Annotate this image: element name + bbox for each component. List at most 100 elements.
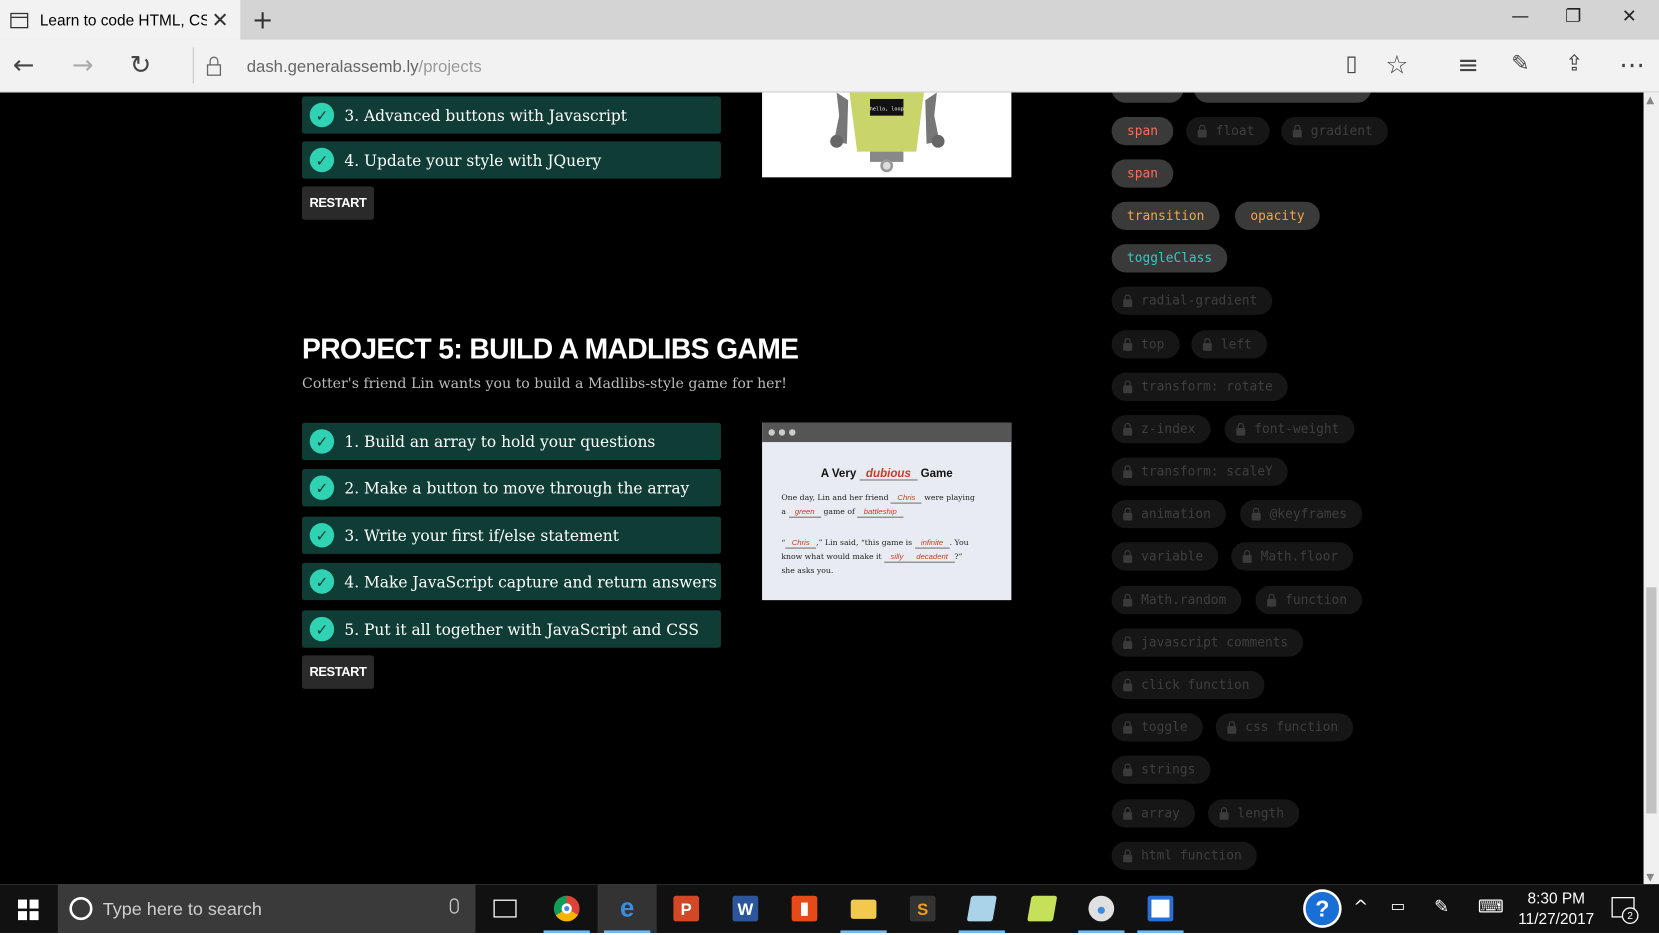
project4-step-3[interactable]: ✓ 3. Advanced buttons with Javascript	[301, 96, 721, 134]
tag-opacity[interactable]: opacity	[1234, 201, 1320, 231]
tab-title: Learn to code HTML, CS	[39, 10, 207, 29]
refresh-icon[interactable]: ↻	[130, 50, 152, 78]
browser-tab[interactable]: Learn to code HTML, CS ✕	[0, 0, 241, 40]
step-label: 3. Write your first if/else statement	[344, 526, 619, 545]
keyboard-icon[interactable]: ⌨	[1478, 897, 1504, 918]
lock-icon	[1122, 763, 1134, 777]
office-app[interactable]: ▮	[775, 884, 834, 933]
tag-transform-scaley[interactable]: transform: scaleY	[1111, 457, 1289, 486]
battery-icon[interactable]: ▭	[1390, 897, 1405, 915]
tag-radial-gradient[interactable]: radial-gradient	[1111, 286, 1273, 315]
notepad-app[interactable]	[952, 884, 1011, 933]
taskbar: Type here to search e P W ▮ S ● ? ^ ▭ ✎ …	[0, 884, 1659, 933]
microphone-icon[interactable]	[449, 898, 459, 914]
url-text[interactable]: dash.generalassemb.ly/projects	[247, 56, 482, 75]
project5-step-2[interactable]: ✓ 2. Make a button to move through the a…	[301, 469, 721, 507]
tag-toggle[interactable]: toggle	[1111, 713, 1204, 742]
scroll-thumb[interactable]	[1646, 587, 1657, 814]
madlib-text: a	[781, 507, 786, 517]
lock-icon	[1292, 124, 1304, 138]
powerpoint-app[interactable]: P	[657, 884, 716, 933]
edge-app[interactable]: e	[597, 884, 657, 933]
project5-step-4[interactable]: ✓ 4. Make JavaScript capture and return …	[301, 562, 721, 601]
tag-strings[interactable]: strings	[1111, 755, 1211, 784]
clock[interactable]: 8:30 PM 11/27/2017	[1514, 888, 1599, 929]
tag-font-weight[interactable]: font-weight	[1224, 415, 1355, 444]
taskbar-search[interactable]: Type here to search	[57, 884, 476, 933]
running-indicator	[603, 930, 651, 933]
robot-illustration: hello, loop	[830, 92, 945, 173]
paint-icon: ●	[1088, 895, 1115, 922]
tag-float[interactable]: float	[1186, 116, 1270, 146]
forward-icon[interactable]: →	[72, 50, 94, 78]
tag-partial[interactable]	[1111, 92, 1184, 103]
project5-step-3[interactable]: ✓ 3. Write your first if/else statement	[301, 516, 721, 554]
back-icon[interactable]: ←	[13, 50, 35, 78]
window-close-icon[interactable]: ✕	[1622, 6, 1637, 27]
tag-label: Math.random	[1141, 593, 1227, 608]
tag-animation[interactable]: animation	[1111, 499, 1227, 529]
project5-preview-image[interactable]: A Very dubious Game One day, Lin and her…	[762, 422, 1012, 601]
tag-gradient[interactable]: gradient	[1281, 116, 1389, 146]
lock-icon	[1122, 465, 1134, 479]
windows-start-icon[interactable]	[17, 899, 39, 921]
tag-html-function[interactable]: html function	[1111, 841, 1258, 871]
tag-z-index[interactable]: z-index	[1111, 415, 1211, 444]
help-icon[interactable]: ?	[1303, 889, 1342, 928]
web-note-icon[interactable]: ✎	[1511, 50, 1529, 78]
tag-click-function[interactable]: click function	[1111, 670, 1265, 700]
lock-icon	[1202, 337, 1214, 351]
file-explorer-app[interactable]	[834, 884, 893, 933]
word-app[interactable]: W	[716, 884, 775, 933]
tag-label: radial-gradient	[1141, 293, 1258, 308]
share-icon[interactable]: ⇪	[1565, 50, 1583, 78]
tag-css-function[interactable]: css function	[1215, 713, 1354, 742]
tray-chevron-icon[interactable]: ^	[1353, 897, 1368, 918]
scroll-up-icon[interactable]: ▲	[1646, 94, 1654, 106]
clock-time: 8:30 PM	[1527, 889, 1585, 908]
project5-step-1[interactable]: ✓ 1. Build an array to hold your questio…	[301, 422, 721, 461]
scroll-down-icon[interactable]: ▼	[1646, 871, 1654, 883]
address-bar[interactable]: dash.generalassemb.ly/projects	[192, 47, 1324, 84]
tag-math-random[interactable]: Math.random	[1111, 586, 1242, 615]
tag-transform-rotate[interactable]: transform: rotate	[1111, 372, 1289, 401]
tag-toggleclass[interactable]: toggleClass	[1111, 244, 1228, 273]
remote-app[interactable]	[1131, 884, 1190, 933]
tag-length[interactable]: length	[1207, 799, 1300, 828]
reading-view-icon[interactable]: ▯	[1345, 50, 1357, 78]
tag-math-floor[interactable]: Math.floor	[1231, 542, 1354, 571]
tag-span[interactable]: span	[1111, 116, 1174, 146]
minimize-icon[interactable]: —	[1511, 6, 1529, 27]
tag-label: strings	[1141, 762, 1196, 777]
project4-step-4[interactable]: ✓ 4. Update your style with JQuery	[301, 141, 721, 179]
sublime-app[interactable]: S	[893, 884, 952, 933]
task-view-icon[interactable]	[493, 899, 517, 918]
tag-javascript-comments[interactable]: javascript comments	[1111, 628, 1304, 657]
new-tab-icon[interactable]: +	[252, 4, 274, 35]
url-path: /projects	[418, 55, 482, 76]
project4-preview-image[interactable]: hello, loop	[762, 92, 1012, 178]
project5-step-5[interactable]: ✓ 5. Put it all together with JavaScript…	[301, 610, 721, 648]
tag-array[interactable]: array	[1111, 799, 1196, 828]
tag-left[interactable]: left	[1191, 330, 1268, 359]
tag-transition[interactable]: transition	[1111, 201, 1220, 231]
project4-restart-button[interactable]: RESTART	[301, 186, 374, 220]
running-indicator	[958, 930, 1005, 933]
hub-icon[interactable]: ≡	[1457, 50, 1479, 78]
paint-app[interactable]: ●	[1072, 884, 1131, 933]
sticky-notes-app[interactable]	[1013, 884, 1072, 933]
pen-icon[interactable]: ✎	[1434, 897, 1449, 918]
page-scrollbar[interactable]: ▲ ▼	[1643, 92, 1659, 885]
tag-top[interactable]: top	[1111, 330, 1180, 359]
tab-close-icon[interactable]: ✕	[212, 8, 229, 34]
more-icon[interactable]: ⋯	[1619, 50, 1645, 78]
restore-icon[interactable]: ❐	[1565, 6, 1581, 27]
tag-function[interactable]: function	[1255, 586, 1363, 615]
favorite-star-icon[interactable]: ☆	[1385, 50, 1408, 78]
tag-keyframes[interactable]: @keyframes	[1240, 499, 1363, 529]
tag-partial[interactable]	[1193, 92, 1372, 103]
chrome-app[interactable]	[537, 884, 596, 933]
project5-restart-button[interactable]: RESTART	[301, 655, 374, 689]
tag-span[interactable]: span	[1111, 159, 1174, 188]
tag-variable[interactable]: variable	[1111, 542, 1219, 571]
